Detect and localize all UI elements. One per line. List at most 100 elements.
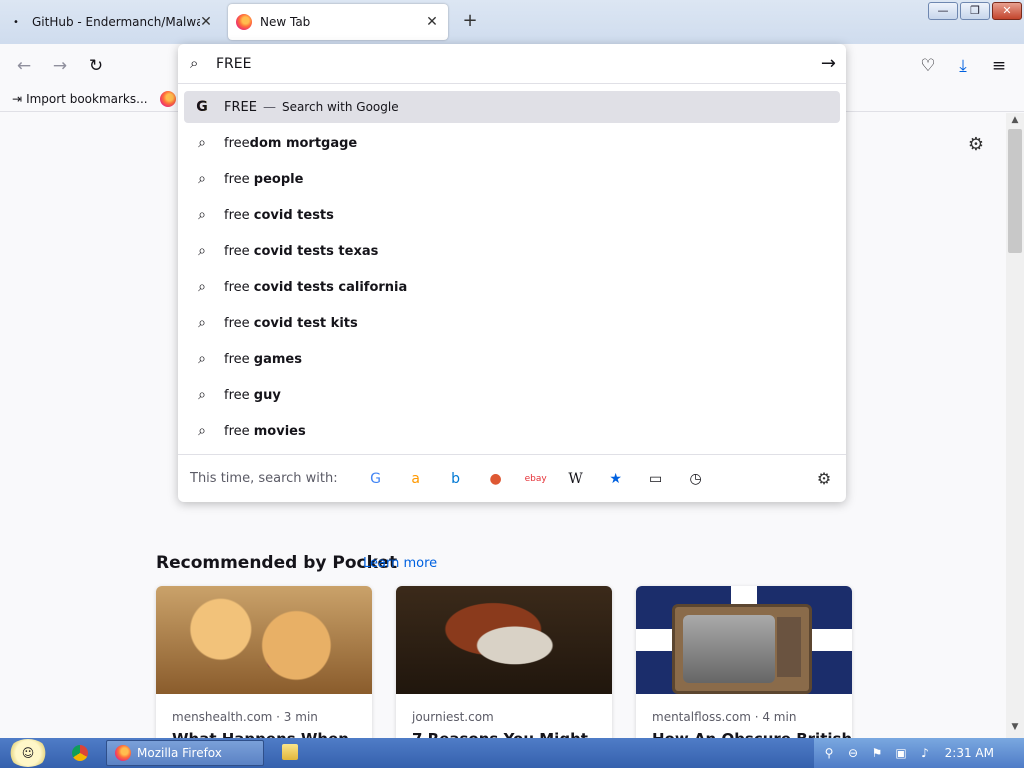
volume-icon[interactable]: ♪ [916, 744, 934, 762]
card-headline: 7 Reasons You Might... [412, 730, 605, 738]
suggestion-row[interactable]: ⌕ free guy [184, 377, 840, 413]
suggestion-row[interactable]: ⌕ free dom mortgage [184, 125, 840, 161]
suggestion-completion: covid tests [253, 207, 334, 223]
tabs-engine-icon[interactable]: ▭ [636, 465, 676, 493]
search-settings-gear-icon[interactable]: ⚙ [812, 465, 836, 493]
scroll-up-arrow-icon[interactable]: ▲ [1006, 115, 1024, 129]
pocket-card[interactable]: mentalfloss.com · 4 min How An Obscure B… [636, 586, 852, 738]
suggestion-row[interactable]: ⌕ free movies [184, 413, 840, 449]
suggestion-completion: covid tests texas [253, 243, 379, 259]
folder-icon[interactable] [282, 744, 298, 760]
card-image [156, 586, 372, 694]
suggestion-prefix: free [224, 171, 254, 187]
separator: — [262, 99, 276, 115]
suggestion-completion: dom mortgage [249, 135, 358, 151]
bookmark-label: Import bookmarks... [26, 91, 148, 106]
new-tab-button[interactable]: + [460, 12, 480, 32]
duckduckgo-engine-icon[interactable]: ● [476, 465, 516, 493]
card-source: journiest.com [412, 710, 494, 724]
suggestion-prefix: free [224, 243, 254, 259]
search-icon: ⌕ [198, 279, 206, 295]
chrome-icon[interactable] [72, 745, 88, 761]
tv-illustration [672, 604, 812, 694]
go-arrow-icon[interactable]: → [821, 53, 836, 74]
forward-button[interactable]: → [48, 54, 72, 78]
search-icon: ⌕ [190, 54, 199, 72]
card-source: menshealth.com · 3 min [172, 710, 318, 724]
history-engine-icon[interactable]: ◷ [676, 465, 716, 493]
taskbar-app-label: Mozilla Firefox [137, 746, 222, 760]
search-with-google-row[interactable]: G FREE — Search with Google [184, 91, 840, 123]
suggestion-prefix: free [224, 207, 254, 223]
pocket-icon[interactable]: ♡ [916, 54, 940, 78]
downloads-icon[interactable]: ⤓ [951, 54, 975, 78]
suggestion-prefix: free [224, 423, 254, 439]
google-engine-icon[interactable]: G [356, 465, 396, 493]
action-hint: Search with Google [281, 100, 399, 114]
firefox-icon [159, 90, 176, 107]
customize-gear-icon[interactable]: ⚙ [966, 135, 986, 155]
start-button[interactable]: ☺ [8, 739, 48, 767]
tab-title: New Tab [260, 15, 311, 29]
page-scrollbar[interactable]: ▲ ▼ [1006, 113, 1024, 738]
suggestion-row[interactable]: ⌕ free covid test kits [184, 305, 840, 341]
bookmarks-engine-icon[interactable]: ★ [596, 465, 636, 493]
scroll-down-arrow-icon[interactable]: ▼ [1006, 722, 1024, 736]
suggestion-completion: covid test kits [253, 315, 358, 331]
pocket-heading: Recommended by Pocket [156, 553, 398, 573]
card-headline: What Happens When... [172, 730, 366, 738]
tab-indicator-icon: • [13, 16, 19, 28]
windows-taskbar: ☺ Mozilla Firefox ⚲ ⊖ ⚑ ▣ ♪ 2:31 AM [0, 738, 1024, 768]
search-tray-icon[interactable]: ⚲ [820, 744, 838, 762]
card-headline: How An Obscure British... [652, 730, 852, 738]
suggestion-row[interactable]: ⌕ free covid tests california [184, 269, 840, 305]
ebay-engine-icon[interactable]: ebay [516, 465, 556, 493]
system-tray: ⚲ ⊖ ⚑ ▣ ♪ 2:31 AM [814, 738, 1024, 768]
import-icon: ⇥ [12, 91, 23, 106]
tab-new-tab[interactable]: New Tab ✕ [228, 4, 448, 40]
close-tab-icon[interactable]: ✕ [424, 14, 440, 30]
taskbar-firefox-button[interactable]: Mozilla Firefox [106, 740, 264, 766]
search-icon: ⌕ [198, 135, 206, 151]
suggestion-row[interactable]: ⌕ free covid tests [184, 197, 840, 233]
close-window-button[interactable]: ✕ [992, 2, 1022, 20]
menu-icon[interactable]: ≡ [987, 54, 1011, 78]
bookmark-import[interactable]: ⇥ Import bookmarks... [12, 92, 148, 106]
suggestion-row[interactable]: ⌕ free games [184, 341, 840, 377]
display-tray-icon[interactable]: ▣ [892, 744, 910, 762]
pocket-card[interactable]: menshealth.com · 3 min What Happens When… [156, 586, 372, 738]
query-text: FREE [224, 99, 257, 115]
close-tab-icon[interactable]: ✕ [198, 14, 214, 30]
window-controls: — ❐ ✕ [928, 2, 1022, 20]
card-image [636, 586, 852, 694]
wikipedia-engine-icon[interactable]: W [556, 465, 596, 493]
search-icon: ⌕ [198, 423, 206, 439]
maximize-button[interactable]: ❐ [960, 2, 990, 20]
google-icon: G [192, 99, 212, 115]
back-button[interactable]: ← [12, 54, 36, 78]
suggestion-row[interactable]: ⌕ free covid tests texas [184, 233, 840, 269]
suggestion-prefix: free [224, 387, 254, 403]
suggestion-completion: guy [253, 387, 281, 403]
tab-github[interactable]: • GitHub - Endermanch/Malware ✕ [0, 4, 222, 40]
suggestion-prefix: free [224, 315, 254, 331]
amazon-engine-icon[interactable]: a [396, 465, 436, 493]
reload-button[interactable]: ↻ [84, 54, 108, 78]
one-off-search-bar: This time, search with: Ga b ● ebay W ★ ▭ ◷ ⚙ [178, 454, 846, 502]
network-tray-icon[interactable]: ⊖ [844, 744, 862, 762]
address-input[interactable]: FREE [216, 56, 251, 72]
firefox-icon [236, 14, 252, 30]
learn-more-link[interactable]: Learn more [363, 556, 437, 571]
address-bar[interactable]: ⌕ FREE → [178, 44, 846, 84]
one-off-label: This time, search with: [190, 471, 338, 486]
minimize-button[interactable]: — [928, 2, 958, 20]
suggestion-row[interactable]: ⌕ free people [184, 161, 840, 197]
pocket-card[interactable]: journiest.com 7 Reasons You Might... [396, 586, 612, 738]
bing-engine-icon[interactable]: b [436, 465, 476, 493]
suggestion-prefix: free [224, 135, 250, 151]
scroll-thumb[interactable] [1008, 129, 1022, 253]
suggestion-completion: games [253, 351, 302, 367]
search-icon: ⌕ [198, 351, 206, 367]
tab-strip: • GitHub - Endermanch/Malware ✕ New Tab … [0, 0, 1024, 44]
security-tray-icon[interactable]: ⚑ [868, 744, 886, 762]
